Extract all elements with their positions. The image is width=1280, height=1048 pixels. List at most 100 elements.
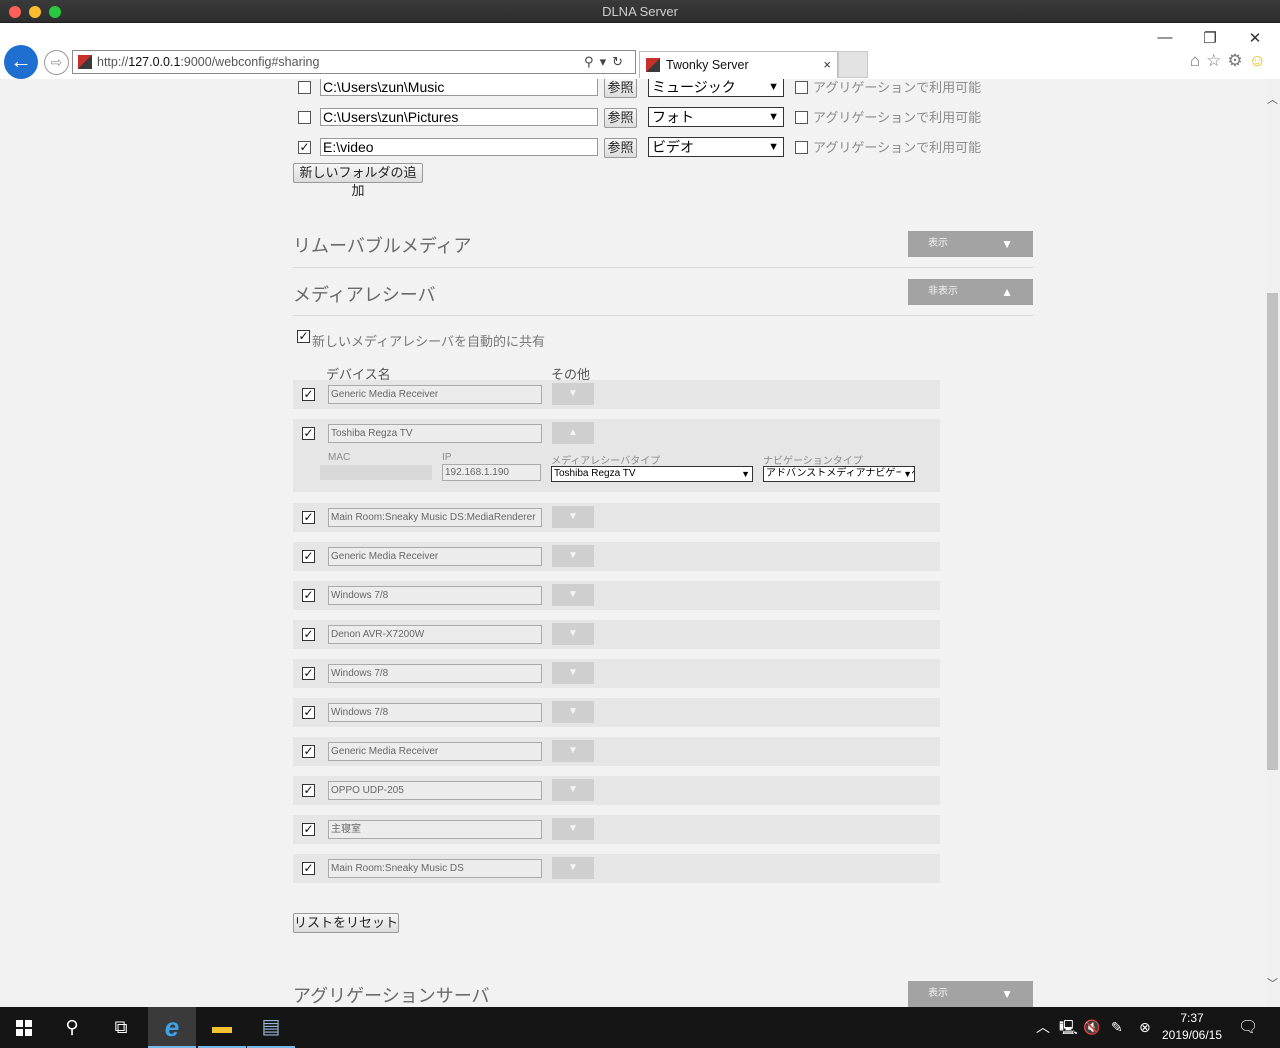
device-checkbox[interactable]: ✓ <box>302 706 315 719</box>
aggregation-checkbox-pictures[interactable] <box>795 111 808 124</box>
aggregation-checkbox-music[interactable] <box>795 81 808 94</box>
device-name-field[interactable]: Main Room:Sneaky Music DS:MediaRenderer <box>328 508 542 527</box>
folder-path-music[interactable]: C:\Users\zun\Music <box>320 79 598 96</box>
device-name-field[interactable]: Generic Media Receiver <box>328 385 542 404</box>
window-title-bar: DLNA Server <box>0 0 1280 23</box>
start-button[interactable] <box>0 1007 48 1048</box>
folder-checkbox-pictures[interactable] <box>298 111 311 124</box>
device-checkbox[interactable]: ✓ <box>302 745 315 758</box>
device-name-field[interactable]: Generic Media Receiver <box>328 547 542 566</box>
taskbar: ⚲ ⧉ e ▬ ▤ ︿ 🖳 🔇 ✎ ⊗ 7:37 2019/06/15 🗨 <box>0 1007 1280 1048</box>
device-checkbox[interactable]: ✓ <box>302 550 315 563</box>
expand-button[interactable]: ▼ <box>552 857 594 879</box>
close-window-button[interactable] <box>9 6 21 18</box>
media-type-select-pictures[interactable]: フォト ▼ <box>648 107 784 127</box>
device-name-field[interactable]: OPPO UDP-205 <box>328 781 542 800</box>
device-name-field[interactable]: Main Room:Sneaky Music DS <box>328 859 542 878</box>
expand-button[interactable]: ▼ <box>552 818 594 840</box>
expand-button[interactable]: ▼ <box>552 779 594 801</box>
reset-list-button[interactable]: リストをリセット <box>293 913 399 933</box>
forward-button[interactable]: ⇨ <box>44 50 69 75</box>
collapse-button[interactable]: ▲ <box>552 422 594 444</box>
expand-button[interactable]: ▼ <box>552 506 594 528</box>
aggregation-checkbox-video[interactable] <box>795 141 808 154</box>
expand-button[interactable]: ▼ <box>552 383 594 405</box>
media-type-select-music[interactable]: ミュージック ▼ <box>648 79 784 97</box>
file-explorer-icon[interactable]: ▬ <box>198 1007 246 1048</box>
minimize-window-button[interactable] <box>29 6 41 18</box>
favorites-star-icon[interactable]: ☆ <box>1206 51 1227 70</box>
expand-button[interactable]: ▼ <box>552 740 594 762</box>
network-icon[interactable]: 🖳 <box>1059 1007 1078 1048</box>
auto-share-checkbox[interactable]: ✓ <box>297 330 310 343</box>
close-icon[interactable]: ✕ <box>1240 29 1270 47</box>
address-bar[interactable]: http://127.0.0.1:9000/webconfig#sharing … <box>72 50 636 74</box>
table-row: ✓ Windows 7/8 ▼ <box>293 581 940 610</box>
removable-show-button[interactable]: 表示 ▼ <box>908 231 1033 257</box>
expand-button[interactable]: ▼ <box>552 662 594 684</box>
folder-path-pictures[interactable]: C:\Users\zun\Pictures <box>320 108 598 126</box>
device-checkbox[interactable]: ✓ <box>302 589 315 602</box>
device-checkbox[interactable]: ✓ <box>302 628 315 641</box>
add-folder-button[interactable]: 新しいフォルダの追加 <box>293 163 423 198</box>
folder-checkbox-video[interactable]: ✓ <box>298 141 311 154</box>
receivers-hide-button[interactable]: 非表示 ▲ <box>908 279 1033 305</box>
device-name-field[interactable]: Windows 7/8 <box>328 703 542 722</box>
internet-explorer-icon[interactable]: e <box>148 1007 196 1048</box>
volume-muted-icon[interactable]: 🔇 <box>1083 1007 1100 1048</box>
device-checkbox[interactable]: ✓ <box>302 862 315 875</box>
receiver-type-select[interactable]: Toshiba Regza TV ▼ <box>551 466 753 482</box>
device-checkbox[interactable]: ✓ <box>302 388 315 401</box>
browse-button-music[interactable]: 参照 <box>604 79 637 98</box>
folder-path-video[interactable]: E:\video <box>320 138 598 156</box>
tray-x-icon[interactable]: ⊗ <box>1139 1007 1151 1048</box>
server-manager-icon[interactable]: ▤ <box>247 1007 295 1048</box>
expand-button[interactable]: ▼ <box>552 623 594 645</box>
device-name-field[interactable]: Windows 7/8 <box>328 664 542 683</box>
device-checkbox[interactable]: ✓ <box>302 427 315 440</box>
new-tab-button[interactable] <box>838 51 868 78</box>
search-icon[interactable]: ⚲ <box>48 1007 96 1048</box>
device-checkbox[interactable]: ✓ <box>302 823 315 836</box>
tab-close-icon[interactable]: × <box>823 52 831 78</box>
device-checkbox[interactable]: ✓ <box>302 784 315 797</box>
expand-button[interactable]: ▼ <box>552 545 594 567</box>
search-refresh-icons[interactable]: ⚲▾↻ <box>584 51 629 73</box>
chevron-down-icon: ▼ <box>1001 987 1013 1001</box>
device-name-field[interactable]: Toshiba Regza TV <box>328 424 542 443</box>
expand-button[interactable]: ▼ <box>552 584 594 606</box>
media-type-select-video[interactable]: ビデオ ▼ <box>648 137 784 157</box>
device-name-field[interactable]: Denon AVR-X7200W <box>328 625 542 644</box>
browse-button-video[interactable]: 参照 <box>604 138 637 158</box>
device-name-field[interactable]: Windows 7/8 <box>328 586 542 605</box>
browse-button-pictures[interactable]: 参照 <box>604 108 637 128</box>
window-title: DLNA Server <box>602 4 678 19</box>
ip-field[interactable]: 192.168.1.190 <box>442 464 541 481</box>
feedback-smiley-icon[interactable]: ☺ <box>1249 51 1272 70</box>
task-view-icon[interactable]: ⧉ <box>97 1007 145 1048</box>
home-icon[interactable]: ⌂ <box>1190 51 1206 70</box>
tray-chevron-icon[interactable]: ︿ <box>1036 1007 1050 1048</box>
expand-button[interactable]: ▼ <box>552 701 594 723</box>
aggregation-show-button[interactable]: 表示 ▼ <box>908 981 1033 1007</box>
device-checkbox[interactable]: ✓ <box>302 667 315 680</box>
vertical-scrollbar[interactable]: ︿ ﹀ <box>1265 79 1280 1007</box>
system-clock[interactable]: 7:37 2019/06/15 <box>1156 1010 1228 1044</box>
restore-icon[interactable]: ❐ <box>1195 29 1225 47</box>
table-row: ✓ Generic Media Receiver ▼ <box>293 737 940 766</box>
scroll-up-icon[interactable]: ︿ <box>1267 91 1278 107</box>
scroll-down-icon[interactable]: ﹀ <box>1267 975 1278 991</box>
device-name-field[interactable]: Generic Media Receiver <box>328 742 542 761</box>
scrollbar-thumb[interactable] <box>1267 293 1278 770</box>
folder-checkbox-music[interactable] <box>298 81 311 94</box>
gear-icon[interactable]: ⚙ <box>1227 51 1248 70</box>
device-checkbox[interactable]: ✓ <box>302 511 315 524</box>
nav-type-select[interactable]: アドバンストメディアナビゲーション▼ <box>763 466 915 482</box>
back-button[interactable]: ← <box>4 45 38 79</box>
device-name-field[interactable]: 主寝室 <box>328 820 542 839</box>
notification-icon[interactable]: 🗨 <box>1238 1007 1258 1048</box>
minimize-icon[interactable]: — <box>1150 29 1180 46</box>
tab-twonky-server[interactable]: Twonky Server × <box>639 51 838 78</box>
zoom-window-button[interactable] <box>49 6 61 18</box>
pen-icon[interactable]: ✎ <box>1111 1007 1123 1048</box>
